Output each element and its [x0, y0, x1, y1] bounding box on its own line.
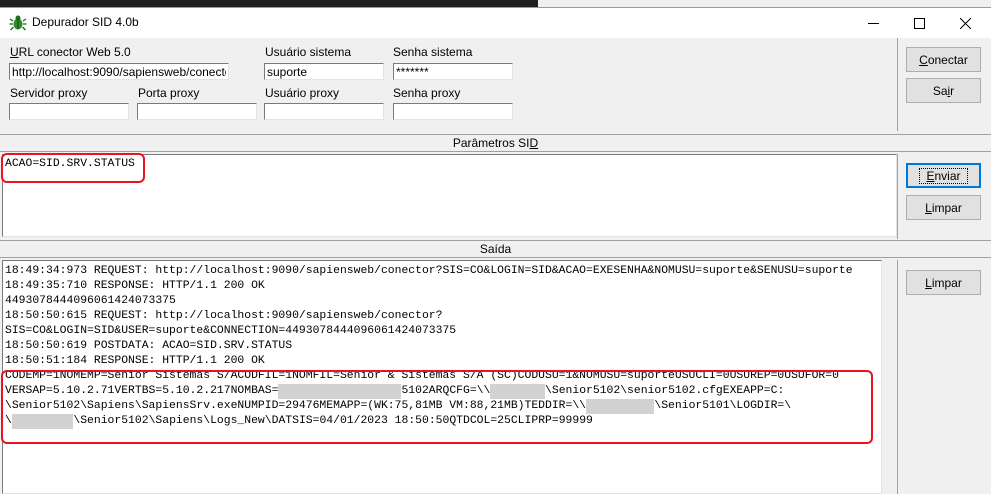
minimize-icon: [868, 23, 879, 24]
proxy-port-label: Porta proxy: [138, 86, 200, 100]
user-input[interactable]: [264, 63, 384, 80]
params-textarea[interactable]: ACAO=SID.SRV.STATUS: [2, 154, 897, 237]
status-segment: VERSAP=5.10.2.71VERTBS=5.10.2.217NOMBAS=: [5, 385, 279, 397]
connect-button[interactable]: Conectar: [906, 47, 981, 72]
proxy-server-label: Servidor proxy: [10, 86, 88, 100]
user-label: Usuário sistema: [265, 45, 352, 59]
maximize-icon: [914, 18, 925, 29]
bug-icon: [9, 15, 27, 31]
clear-output-label-key: L: [925, 275, 932, 290]
connect-label-key: C: [919, 52, 928, 67]
output-line: 18:49:34:973 REQUEST: http://localhost:9…: [5, 265, 853, 277]
output-line: 4493078444096061424073375: [5, 295, 176, 307]
output-lines: 18:49:34:973 REQUEST: http://localhost:9…: [5, 264, 853, 429]
send-label-post: nviar: [934, 168, 961, 183]
proxy-user-label: Usuário proxy: [265, 86, 340, 100]
clear-params-label-post: impar: [931, 200, 962, 215]
status-segment: \Senior5102\Sapiens\SapiensSrv.exeNUMPID…: [5, 400, 587, 412]
output-divider: [897, 260, 898, 494]
connection-divider: [897, 38, 898, 131]
exit-button[interactable]: Sair: [906, 78, 981, 103]
proxy-user-input[interactable]: [264, 103, 384, 120]
proxy-server-input[interactable]: [9, 103, 129, 120]
exit-label-pre: Sa: [932, 83, 948, 98]
clear-params-button[interactable]: Limpar: [906, 195, 981, 220]
proxy-port-input[interactable]: [137, 103, 257, 120]
status-segment: \Senior5102\Sapiens\Logs_New\DATSIS=04/0…: [73, 415, 593, 427]
output-line: 18:49:35:710 RESPONSE: HTTP/1.1 200 OK: [5, 280, 265, 292]
maximize-button[interactable]: [897, 8, 943, 38]
params-header-text: Parâmetros SI: [452, 136, 530, 150]
params-header-key: D: [529, 136, 539, 150]
url-label: URL conector Web 5.0: [10, 45, 131, 59]
send-button[interactable]: Enviar: [906, 163, 981, 188]
redacted-block: xxxxxxxxxxxxxxxxxx: [278, 384, 402, 399]
status-line: \xxxxxxxxx\Senior5102\Sapiens\Logs_New\D…: [5, 414, 853, 429]
proxy-password-input[interactable]: [393, 103, 513, 120]
background-strip: [0, 0, 991, 7]
close-button[interactable]: [943, 8, 989, 38]
minimize-button[interactable]: [851, 8, 897, 38]
redacted-block: xxxxxxxxxx: [586, 399, 655, 414]
redacted-block: xxxxxxxxx: [11, 414, 74, 429]
password-input[interactable]: [393, 63, 513, 80]
proxy-password-label: Senha proxy: [393, 86, 461, 100]
app-window: Depurador SID 4.0b URL conector Web 5.0 …: [0, 7, 991, 494]
clear-output-label-post: impar: [931, 275, 962, 290]
output-line: 18:50:50:619 POSTDATA: ACAO=SID.SRV.STAT…: [5, 340, 293, 352]
status-line: \Senior5102\Sapiens\SapiensSrv.exeNUMPID…: [5, 399, 853, 414]
status-line: CODEMP=1NOMEMP=Senior Sistemas S/ACODFIL…: [5, 370, 839, 382]
output-line: 18:50:51:184 RESPONSE: HTTP/1.1 200 OK: [5, 355, 265, 367]
status-segment: \Senior5102\senior5102.cfgEXEAPP=C:: [545, 385, 785, 397]
url-input[interactable]: [9, 63, 229, 80]
params-text: ACAO=SID.SRV.STATUS: [5, 158, 135, 170]
password-label: Senha sistema: [393, 45, 473, 59]
params-header: Parâmetros SID: [0, 134, 991, 152]
params-divider: [897, 154, 898, 239]
url-label-text: RL conector Web 5.0: [18, 45, 131, 59]
status-segment: \: [5, 415, 12, 427]
output-line: 18:50:50:615 REQUEST: http://localhost:9…: [5, 310, 443, 322]
output-line: SIS=CO&LOGIN=SID&USER=suporte&CONNECTION…: [5, 325, 457, 337]
output-textarea[interactable]: 18:49:34:973 REQUEST: http://localhost:9…: [2, 260, 882, 494]
title-bar[interactable]: Depurador SID 4.0b: [0, 8, 991, 38]
status-segment: 5102ARQCFG=\\: [401, 385, 491, 397]
clear-params-label-key: L: [925, 200, 932, 215]
status-line: VERSAP=5.10.2.71VERTBS=5.10.2.217NOMBAS=…: [5, 384, 853, 399]
window-title: Depurador SID 4.0b: [32, 15, 139, 29]
output-header: Saída: [0, 240, 991, 258]
send-label-key: E: [926, 168, 935, 183]
connect-label-post: onectar: [927, 52, 968, 67]
exit-label-post: r: [950, 83, 955, 98]
send-focus: Enviar: [919, 167, 968, 184]
close-icon: [960, 18, 971, 29]
status-segment: \Senior5101\LOGDIR=\: [654, 400, 792, 412]
redacted-block: xxxxxxxx: [490, 384, 546, 399]
output-header-text: Saída: [479, 242, 512, 256]
clear-output-button[interactable]: Limpar: [906, 270, 981, 295]
